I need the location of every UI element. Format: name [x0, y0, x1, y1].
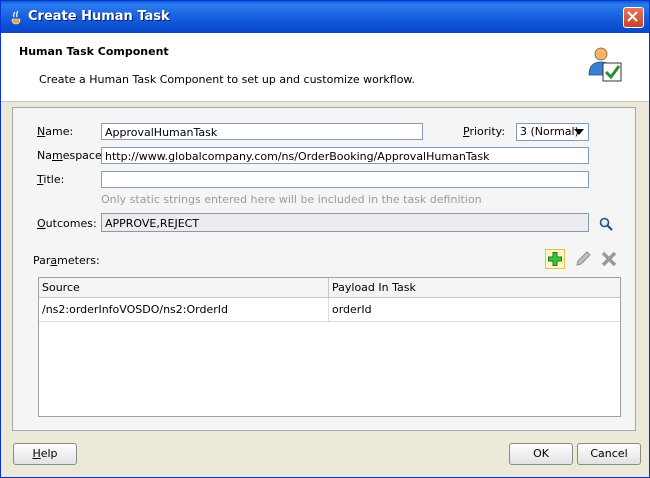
- add-icon: [548, 252, 562, 266]
- namespace-label: Namespace:: [37, 149, 106, 162]
- delete-icon: [601, 251, 617, 267]
- header-description: Create a Human Task Component to set up …: [39, 73, 415, 86]
- column-header-source[interactable]: Source: [39, 278, 329, 298]
- jdev-icon: [11, 10, 21, 25]
- close-icon: [627, 11, 638, 22]
- name-input[interactable]: ApprovalHumanTask: [101, 123, 423, 140]
- namespace-input[interactable]: http://www.globalcompany.com/ns/OrderBoo…: [101, 147, 589, 164]
- window-title: Create Human Task: [28, 9, 170, 24]
- outcomes-input[interactable]: APPROVE,REJECT: [101, 213, 589, 232]
- title-label: Title:: [37, 173, 65, 186]
- table-cell-source[interactable]: /ns2:orderInfoVOSDO/ns2:OrderId: [39, 298, 329, 322]
- title-bar[interactable]: Create Human Task: [1, 1, 649, 33]
- parameters-label: Parameters:: [33, 254, 100, 267]
- title-input[interactable]: [101, 171, 589, 188]
- name-label: Name:: [37, 125, 74, 138]
- title-hint: Only static strings entered here will be…: [101, 193, 482, 206]
- ok-button[interactable]: OK: [509, 443, 573, 465]
- delete-parameter-button[interactable]: [599, 249, 619, 269]
- wizard-header: Human Task Component Create a Human Task…: [1, 33, 649, 102]
- header-title: Human Task Component: [19, 45, 169, 58]
- edit-icon: [576, 251, 591, 266]
- add-parameter-button[interactable]: [545, 249, 565, 269]
- table-cell-payload[interactable]: orderId: [329, 298, 620, 322]
- search-icon[interactable]: [599, 217, 613, 231]
- help-button[interactable]: Help: [13, 443, 77, 465]
- priority-value: 3 (Normal): [520, 125, 579, 138]
- column-header-payload[interactable]: Payload In Task: [329, 278, 620, 298]
- priority-label: Priority:: [463, 125, 506, 138]
- chevron-down-icon: [574, 129, 584, 135]
- parameters-table[interactable]: Source Payload In Task /ns2:orderInfoVOS…: [38, 277, 621, 417]
- outcomes-label: Outcomes:: [37, 217, 97, 230]
- close-button[interactable]: [623, 7, 644, 28]
- human-task-icon: [588, 47, 622, 82]
- dialog-window: Create Human Task Human Task Component C…: [0, 0, 650, 478]
- edit-parameter-button[interactable]: [573, 249, 593, 269]
- cancel-button[interactable]: Cancel: [577, 443, 641, 465]
- priority-select[interactable]: 3 (Normal): [516, 123, 589, 141]
